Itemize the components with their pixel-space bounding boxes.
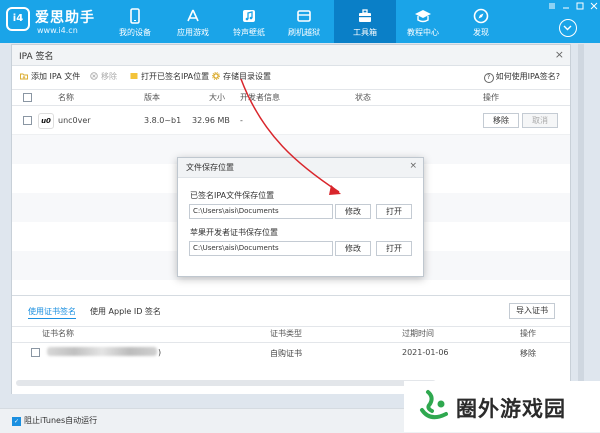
watermark-text: 圈外游戏园: [456, 397, 566, 421]
watermark: 圈外游戏园: [404, 381, 600, 432]
watermark-logo-icon: [420, 390, 448, 420]
block-itunes-checkbox[interactable]: ✓: [12, 417, 21, 426]
annotation-arrow: [240, 78, 341, 195]
block-itunes-label: 阻止iTunes自动运行: [24, 416, 98, 425]
